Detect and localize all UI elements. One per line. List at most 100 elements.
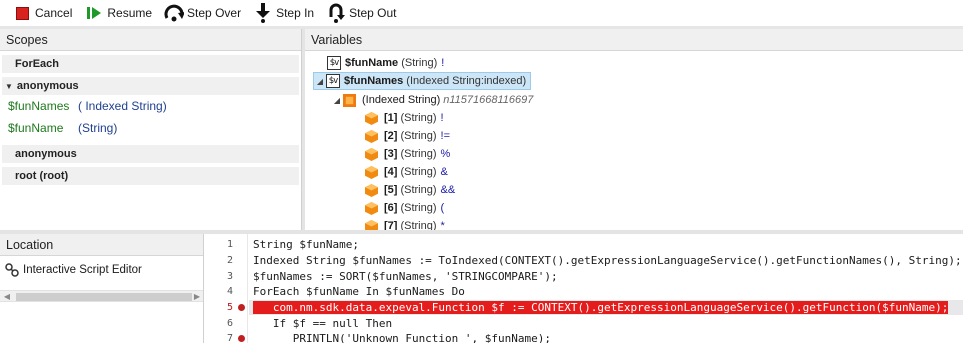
line-number: 4 <box>226 286 233 298</box>
line-number[interactable]: 5 <box>206 300 247 316</box>
variable-row[interactable]: [3] (String) % <box>365 145 450 163</box>
scope-var-row[interactable]: $funName (String) <box>0 117 301 139</box>
step-out-icon <box>326 3 346 23</box>
scope-var-type: (String) <box>78 121 118 135</box>
variable-type: (String) <box>400 184 437 196</box>
line-number[interactable]: 7 <box>206 331 247 343</box>
scope-section-label: root (root) <box>15 170 69 182</box>
scopes-panel: Scopes ForEach ▼ anonymous $funNames ( I… <box>0 29 302 230</box>
resume-label: Resume <box>107 6 153 20</box>
code-area[interactable]: String $funName; Indexed String $funName… <box>249 234 963 343</box>
variable-row[interactable]: [1] (String) ! <box>365 109 444 127</box>
variable-type: (Indexed String:indexed) <box>406 75 527 87</box>
variables-panel: Variables $v $funName (String) ! ◢ $v $f… <box>305 29 963 230</box>
code-line: $funNames := SORT($funNames, 'STRINGCOMP… <box>253 269 558 283</box>
variable-row[interactable]: $v $funName (String) ! <box>327 54 444 72</box>
breakpoint-icon[interactable] <box>238 335 245 343</box>
cancel-button[interactable]: Cancel <box>8 2 76 24</box>
step-out-button[interactable]: Step Out <box>322 2 400 24</box>
variable-index: [3] <box>384 148 398 160</box>
scroll-right-icon[interactable]: ▶ <box>191 291 203 303</box>
cube-icon <box>365 183 378 197</box>
step-over-button[interactable]: Step Over <box>160 2 245 24</box>
variable-type: (String) <box>400 166 437 178</box>
variables-tree: $v $funName (String) ! ◢ $v $funNames (I… <box>305 51 963 230</box>
script-editor-icon <box>5 263 19 277</box>
step-in-label: Step In <box>276 6 315 20</box>
variable-row[interactable]: [6] (String) ( <box>365 199 444 217</box>
scope-section-foreach[interactable]: ForEach <box>2 55 299 73</box>
resume-button[interactable]: Resume <box>80 2 156 24</box>
variable-value: * <box>440 220 445 230</box>
scope-section-anonymous[interactable]: ▼ anonymous <box>2 77 299 95</box>
variable-value: ! <box>441 57 445 69</box>
cube-icon <box>365 219 378 230</box>
expanded-arrow-icon[interactable]: ▼ <box>5 82 13 91</box>
code-line: If $f == null Then <box>253 316 393 330</box>
line-number: 1 <box>226 239 233 251</box>
variable-index: [5] <box>384 184 398 196</box>
code-line: String $funName; <box>253 238 359 252</box>
variable-type: (String) <box>400 220 437 230</box>
line-number: 3 <box>226 270 233 282</box>
variable-value: & <box>440 166 448 178</box>
expanded-arrow-icon[interactable]: ◢ <box>331 96 343 105</box>
current-line-highlight: com.nm.sdk.data.expeval.Function $f := C… <box>253 301 949 315</box>
variable-type: (String) <box>400 112 437 124</box>
variable-value: ! <box>440 112 444 124</box>
variables-header: Variables <box>305 29 963 51</box>
string-variable-icon: $v <box>326 74 340 88</box>
scope-section-label: ForEach <box>15 58 60 70</box>
stop-icon <box>12 3 32 23</box>
variable-index: [4] <box>384 166 398 178</box>
scope-var-name: $funNames <box>8 99 70 113</box>
variable-value: && <box>440 184 456 196</box>
line-number-text: 7 <box>226 333 233 343</box>
location-panel: Location Interactive Script Editor ◀ ▶ <box>0 234 204 343</box>
step-over-icon <box>164 3 185 23</box>
scope-section-root[interactable]: root (root) <box>2 167 299 185</box>
line-number-gutter[interactable]: 1 2 3 4 5 6 7 <box>206 234 248 343</box>
step-over-label: Step Over <box>187 6 242 20</box>
variable-row[interactable]: ◢ (Indexed String) n11571668116697 <box>331 91 533 109</box>
variable-index: [7] <box>384 220 398 230</box>
step-out-label: Step Out <box>349 6 397 20</box>
scrollbar-thumb[interactable] <box>16 293 192 301</box>
variable-value: != <box>440 130 450 142</box>
scope-section-label: anonymous <box>15 148 77 160</box>
script-editor[interactable]: 1 2 3 4 5 6 7 String $funName; Indexed S… <box>206 234 963 343</box>
cube-icon <box>365 147 378 161</box>
step-in-icon <box>253 3 273 23</box>
location-item[interactable]: Interactive Script Editor <box>0 259 203 281</box>
variable-name: $funNames <box>344 75 404 87</box>
variable-type: (String) <box>401 57 438 69</box>
scope-var-name: $funName <box>8 121 64 135</box>
play-icon <box>84 3 104 23</box>
code-line: PRINTLN('Unknown Function ', $funName); <box>253 332 552 343</box>
scope-section-anonymous-2[interactable]: anonymous <box>2 145 299 163</box>
variable-type: (String) <box>400 148 437 160</box>
code-line: ForEach $funName In $funNames Do <box>253 285 465 299</box>
variable-index: [2] <box>384 130 398 142</box>
variable-reference: n11571668116697 <box>443 94 534 106</box>
variable-index: [6] <box>384 202 398 214</box>
current-line: com.nm.sdk.data.expeval.Function $f := C… <box>249 299 963 316</box>
scope-var-row[interactable]: $funNames ( Indexed String) <box>0 95 301 117</box>
step-in-button[interactable]: Step In <box>249 2 318 24</box>
indexed-cube-icon <box>343 93 356 107</box>
breakpoint-icon[interactable] <box>238 303 245 311</box>
expanded-arrow-icon[interactable]: ◢ <box>314 77 326 86</box>
line-number: 6 <box>226 317 233 329</box>
cube-icon <box>365 201 378 215</box>
variable-row[interactable]: [7] (String) * <box>365 217 445 230</box>
line-number: 2 <box>226 255 233 267</box>
variable-row[interactable]: [4] (String) & <box>365 163 448 181</box>
variable-row[interactable]: [5] (String) && <box>365 181 455 199</box>
scroll-left-icon[interactable]: ◀ <box>1 291 13 303</box>
variable-row-selected[interactable]: ◢ $v $funNames (Indexed String:indexed) <box>313 72 532 90</box>
variable-index: [1] <box>384 112 398 124</box>
scope-var-type: ( Indexed String) <box>78 99 167 113</box>
variable-row[interactable]: [2] (String) != <box>365 127 450 145</box>
cube-icon <box>365 111 378 125</box>
horizontal-scrollbar[interactable]: ◀ ▶ <box>0 290 203 303</box>
